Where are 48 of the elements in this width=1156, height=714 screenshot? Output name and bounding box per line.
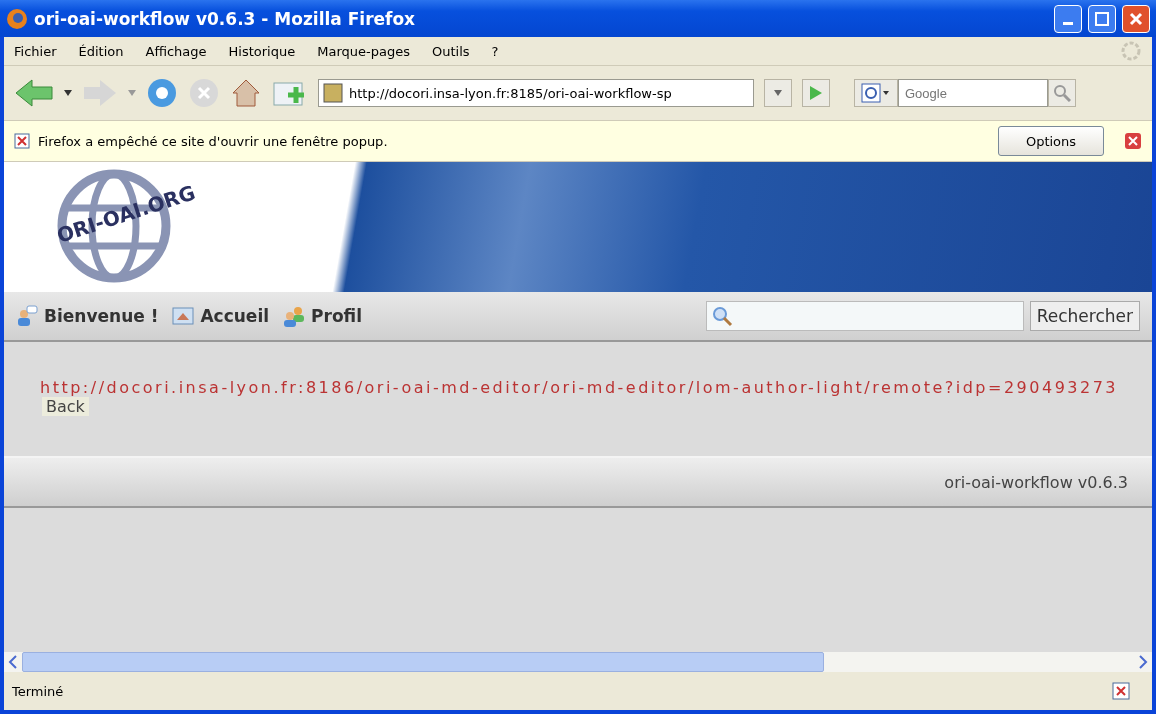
editor-link[interactable]: http://docori.insa-lyon.fr:8186/ori-oai-md-editor/ori-md-editor/lom-author-light/remote?idp=290493273 [40,378,1119,397]
minimize-icon [1063,22,1073,25]
menu-item[interactable]: ? [491,43,499,59]
close-icon [1129,11,1143,26]
house-picture-icon [172,306,195,326]
menu-item[interactable]: Outils [431,43,470,59]
footer-version: ori-oai-workflow v0.6.3 [944,472,1128,492]
dropdown-button[interactable] [764,79,792,107]
nav-link[interactable]: Bienvenue ! [16,305,159,327]
maximize-icon [1095,11,1109,26]
back-link[interactable]: Back [42,397,89,416]
popup-blocked-message: Firefox a empêché ce site d'ouvrir une fenêtre popup. [38,133,389,149]
search-button[interactable]: Rechercher [1029,301,1140,331]
throbber-icon [1120,40,1142,62]
minimize-button[interactable] [1054,4,1082,33]
search-field[interactable]: Google [898,79,1048,107]
window-title: ori-oai-workflow v0.6.3 - Mozilla Firefox [34,8,417,29]
nav-link[interactable]: Profil [283,305,362,327]
scroll-thumb[interactable] [22,652,824,672]
status-text: Terminé [12,683,64,699]
url-text: http://docori.insa-lyon.fr:8185/ori-oai-workflow-sp [349,85,672,101]
user-chat-icon [16,305,38,327]
close-icon[interactable] [1124,132,1142,150]
menu-item[interactable]: Marque-pages [317,43,410,59]
users-icon [283,305,306,327]
menu-item[interactable]: Affichage [145,43,207,59]
play-arrow-icon [809,85,823,101]
home-icon[interactable] [230,77,262,109]
menu-item[interactable]: Fichier [14,43,57,59]
menu-item[interactable]: Édition [78,43,124,59]
caret-icon[interactable] [64,90,72,96]
address-field[interactable]: http://docori.insa-lyon.fr:8185/ori-oai-workflow-sp [318,79,754,107]
maximize-button[interactable] [1088,4,1116,33]
close-button[interactable] [1122,4,1150,33]
site-search-field[interactable] [705,301,1024,331]
search-button[interactable] [1048,79,1076,107]
nav-link[interactable]: Accueil [172,306,270,326]
options-button[interactable]: Options [998,126,1104,156]
search-icon [710,305,733,327]
search-engine-button[interactable] [854,79,898,107]
search-icon [1053,84,1071,102]
firefox-logo-icon [6,7,28,30]
blocked-popup-icon[interactable] [1112,682,1130,700]
caret-icon [774,90,782,96]
search-engine-icon [861,83,891,103]
blocked-popup-icon [14,133,30,149]
back-arrow-icon[interactable] [14,78,54,108]
menu-item[interactable]: Historique [228,43,296,59]
